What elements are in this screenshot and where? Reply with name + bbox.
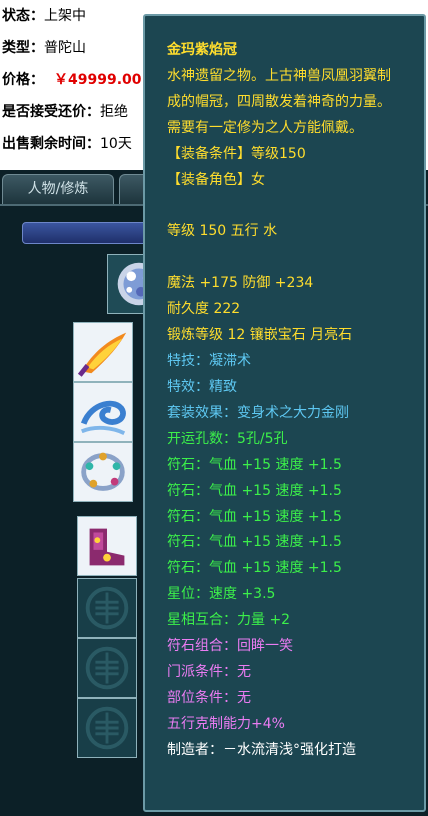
- rune-holes: 开运孔数：5孔/5孔: [167, 430, 288, 447]
- status-label: 状态：: [2, 8, 44, 24]
- empty-slot-icon: [78, 579, 136, 637]
- durability: 耐久度 222: [167, 301, 241, 318]
- type-value: 普陀山: [44, 40, 86, 56]
- rune-line: 符石：气血 +15 速度 +1.5: [167, 534, 342, 551]
- rune-line: 符石：气血 +15 速度 +1.5: [167, 456, 342, 473]
- empty-slot[interactable]: [77, 698, 137, 758]
- status-value: 上架中: [44, 8, 86, 24]
- bargain-value: 拒绝: [100, 104, 128, 120]
- empty-slot[interactable]: [77, 578, 137, 638]
- weapon-slot[interactable]: [73, 322, 133, 382]
- part-requirement: 部位条件：无: [167, 689, 251, 706]
- required-level: 【装备条件】等级150: [167, 145, 306, 162]
- item-description: 水神遗留之物。上古神兽凤凰羽翼制成的帽冠，四周散发着神奇的力量。需要有一定修为之…: [167, 67, 391, 136]
- price-label: 价格：: [2, 72, 44, 88]
- forge-level: 锻炼等级 12 镶嵌宝石 月亮石: [167, 327, 353, 344]
- empty-slot-icon: [78, 699, 136, 757]
- price-value: ￥49999.00: [54, 72, 142, 88]
- rune-line: 符石：气血 +15 速度 +1.5: [167, 508, 342, 525]
- level-element: 等级 150 五行 水: [167, 223, 278, 240]
- type-label: 类型：: [2, 40, 44, 56]
- special-skill: 特技：凝滞术: [167, 353, 251, 370]
- rune-combo: 符石组合：回眸一笑: [167, 638, 293, 655]
- boots-slot[interactable]: [77, 516, 137, 576]
- jeweled-boots-icon: [78, 517, 136, 575]
- item-tooltip: 金玛紫焰冠 水神遗留之物。上古神兽凤凰羽翼制成的帽冠，四周散发着神奇的力量。需要…: [143, 14, 426, 812]
- necklace-slot[interactable]: [73, 382, 133, 442]
- set-effect: 套装效果：变身术之大力金刚: [167, 404, 349, 421]
- empty-slot-icon: [78, 639, 136, 697]
- time-label: 出售剩余时间：: [2, 136, 100, 152]
- bargain-label: 是否接受还价：: [2, 104, 100, 120]
- star-position: 星位：速度 +3.5: [167, 586, 276, 603]
- base-stats: 魔法 +175 防御 +234: [167, 275, 314, 292]
- special-effect: 特效：精致: [167, 378, 237, 395]
- rune-line: 符石：气血 +15 速度 +1.5: [167, 560, 342, 577]
- water-swirl-icon: [74, 383, 132, 441]
- time-value: 10天: [100, 136, 132, 152]
- flame-feather-icon: [74, 323, 132, 381]
- school-requirement: 门派条件：无: [167, 663, 251, 680]
- belt-slot[interactable]: [73, 442, 133, 502]
- empty-slot[interactable]: [77, 638, 137, 698]
- gem-ring-icon: [74, 443, 132, 501]
- panel-header-bar: [22, 222, 152, 244]
- star-match: 星相互合：力量 +2: [167, 612, 291, 629]
- rune-line: 符石：气血 +15 速度 +1.5: [167, 482, 342, 499]
- item-title: 金玛紫焰冠: [167, 42, 237, 58]
- maker: 制造者：－水流清浅°强化打造: [167, 741, 356, 758]
- element-restrain: 五行克制能力+4%: [167, 715, 285, 732]
- tab-character[interactable]: 人物/修炼: [2, 174, 114, 204]
- required-role: 【装备角色】女: [167, 171, 265, 188]
